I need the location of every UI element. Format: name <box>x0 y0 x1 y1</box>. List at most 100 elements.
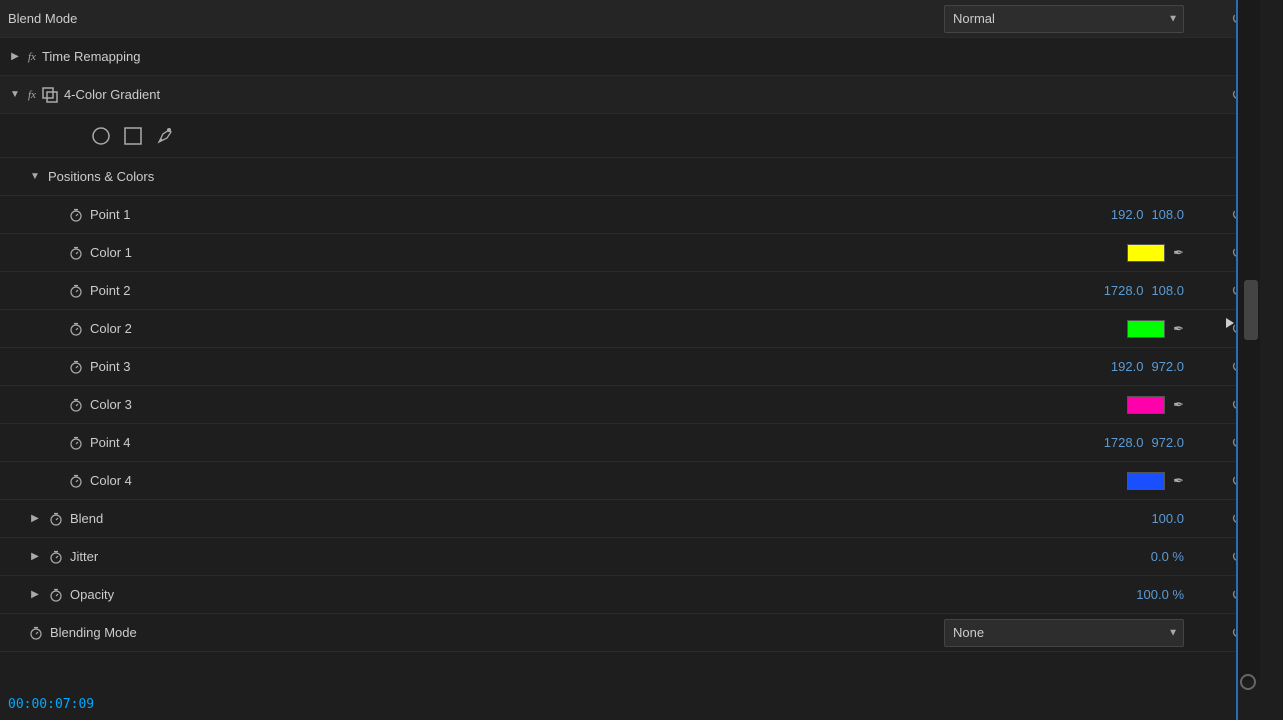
color3-row: Color 3 ✒ ↺ <box>0 386 1260 424</box>
point1-row: Point 1 192.0 108.0 ↺ <box>0 196 1260 234</box>
point3-x-value[interactable]: 192.0 <box>1111 359 1144 374</box>
opacity-label-text: Opacity <box>70 587 114 602</box>
color4-row: Color 4 ✒ ↺ <box>0 462 1260 500</box>
point4-y-value[interactable]: 972.0 <box>1151 435 1184 450</box>
point3-row: Point 3 192.0 972.0 ↺ <box>0 348 1260 386</box>
shape-tools <box>8 123 178 149</box>
time-remapping-row: ▶ fx Time Remapping <box>0 38 1260 76</box>
point3-label: Point 3 <box>8 359 1111 375</box>
color1-stopwatch-icon[interactable] <box>68 245 84 261</box>
color4-label: Color 4 <box>8 473 1127 489</box>
color3-stopwatch-icon[interactable] <box>68 397 84 413</box>
point3-label-text: Point 3 <box>90 359 130 374</box>
four-color-gradient-label-text: 4-Color Gradient <box>64 87 160 102</box>
color4-swatch[interactable] <box>1127 472 1165 490</box>
point4-stopwatch-icon[interactable] <box>68 435 84 451</box>
scroll-area[interactable] <box>1238 0 1260 680</box>
four-color-gradient-label: ▼ fx 4-Color Gradient <box>8 87 1224 103</box>
color1-swatch[interactable] <box>1127 244 1165 262</box>
point1-x-value[interactable]: 192.0 <box>1111 207 1144 222</box>
blend-mode-select[interactable]: Normal Dissolve Darken Multiply Screen <box>944 5 1184 33</box>
point2-value: 1728.0 108.0 <box>1104 283 1184 298</box>
color3-label-text: Color 3 <box>90 397 132 412</box>
blending-mode-stopwatch-icon[interactable] <box>28 625 44 641</box>
point2-row: Point 2 1728.0 108.0 ↺ <box>0 272 1260 310</box>
color4-value: ✒ <box>1127 472 1184 490</box>
color1-label: Color 1 <box>8 245 1127 261</box>
point4-row: Point 4 1728.0 972.0 ↺ <box>0 424 1260 462</box>
color4-label-text: Color 4 <box>90 473 132 488</box>
color3-eyedropper-icon[interactable]: ✒ <box>1173 397 1184 413</box>
point3-stopwatch-icon[interactable] <box>68 359 84 375</box>
point2-stopwatch-icon[interactable] <box>68 283 84 299</box>
blend-mode-row: Blend Mode Normal Dissolve Darken Multip… <box>0 0 1260 38</box>
time-remapping-chevron[interactable]: ▶ <box>8 51 22 62</box>
jitter-label-text: Jitter <box>70 549 98 564</box>
rect-tool-icon[interactable] <box>120 123 146 149</box>
opacity-stopwatch-icon[interactable] <box>48 587 64 603</box>
blend-mode-dropdown-wrapper: Normal Dissolve Darken Multiply Screen ▼ <box>944 5 1184 33</box>
four-color-gradient-chevron[interactable]: ▼ <box>8 89 22 100</box>
positions-colors-chevron[interactable]: ▼ <box>28 171 42 182</box>
jitter-row: ▶ Jitter 0.0 % ↺ <box>0 538 1260 576</box>
blending-mode-value: None Normal Multiply Screen ▼ <box>944 619 1184 647</box>
four-color-gradient-row: ▼ fx 4-Color Gradient ↺ <box>0 76 1260 114</box>
color1-label-text: Color 1 <box>90 245 132 260</box>
color2-label-text: Color 2 <box>90 321 132 336</box>
blend-mode-value: Normal Dissolve Darken Multiply Screen ▼ <box>944 5 1184 33</box>
blend-value: 100.0 <box>1151 511 1184 526</box>
color1-row: Color 1 ✒ ↺ <box>0 234 1260 272</box>
point4-label: Point 4 <box>8 435 1104 451</box>
time-remapping-fx-icon: fx <box>28 51 36 63</box>
color2-value: ✒ <box>1127 320 1184 338</box>
point2-label-text: Point 2 <box>90 283 130 298</box>
color1-eyedropper-icon[interactable]: ✒ <box>1173 245 1184 261</box>
point1-y-value[interactable]: 108.0 <box>1151 207 1184 222</box>
time-remapping-label-text: Time Remapping <box>42 49 141 64</box>
point1-value: 192.0 108.0 <box>1111 207 1184 222</box>
pen-tool-icon[interactable] <box>152 123 178 149</box>
color4-eyedropper-icon[interactable]: ✒ <box>1173 473 1184 489</box>
point2-y-value[interactable]: 108.0 <box>1151 283 1184 298</box>
color3-label: Color 3 <box>8 397 1127 413</box>
point1-stopwatch-icon[interactable] <box>68 207 84 223</box>
blending-mode-row: Blending Mode None Normal Multiply Scree… <box>0 614 1260 652</box>
point4-x-value[interactable]: 1728.0 <box>1104 435 1144 450</box>
blending-mode-select[interactable]: None Normal Multiply Screen <box>944 619 1184 647</box>
scroll-thumb[interactable] <box>1244 280 1258 340</box>
positions-colors-row: ▼ Positions & Colors <box>0 158 1260 196</box>
color2-swatch[interactable] <box>1127 320 1165 338</box>
jitter-value: 0.0 % <box>1151 549 1184 564</box>
jitter-stopwatch-icon[interactable] <box>48 549 64 565</box>
opacity-row: ▶ Opacity 100.0 % ↺ <box>0 576 1260 614</box>
color2-eyedropper-icon[interactable]: ✒ <box>1173 321 1184 337</box>
blend-label-text: Blend <box>70 511 103 526</box>
blend-row: ▶ Blend 100.0 ↺ <box>0 500 1260 538</box>
point3-value: 192.0 972.0 <box>1111 359 1184 374</box>
opacity-label: ▶ Opacity <box>8 587 1136 603</box>
point1-label-text: Point 1 <box>90 207 130 222</box>
opacity-value-text[interactable]: 100.0 % <box>1136 587 1184 602</box>
point3-y-value[interactable]: 972.0 <box>1151 359 1184 374</box>
color3-value: ✒ <box>1127 396 1184 414</box>
point2-x-value[interactable]: 1728.0 <box>1104 283 1144 298</box>
shape-icons-row <box>0 114 1260 158</box>
cursor-indicator <box>1226 318 1234 328</box>
jitter-label: ▶ Jitter <box>8 549 1151 565</box>
blend-value-text[interactable]: 100.0 <box>1151 511 1184 526</box>
jitter-chevron[interactable]: ▶ <box>28 551 42 562</box>
color2-stopwatch-icon[interactable] <box>68 321 84 337</box>
four-color-gradient-fx-icon: fx <box>28 89 36 101</box>
color4-stopwatch-icon[interactable] <box>68 473 84 489</box>
point1-label: Point 1 <box>8 207 1111 223</box>
blend-chevron[interactable]: ▶ <box>28 513 42 524</box>
point2-label: Point 2 <box>8 283 1104 299</box>
blend-stopwatch-icon[interactable] <box>48 511 64 527</box>
timestamp: 00:00:07:09 <box>8 697 94 712</box>
jitter-value-text[interactable]: 0.0 % <box>1151 549 1184 564</box>
opacity-chevron[interactable]: ▶ <box>28 589 42 600</box>
ellipse-tool-icon[interactable] <box>88 123 114 149</box>
positions-colors-label: ▼ Positions & Colors <box>8 169 1252 184</box>
blend-mode-label-text: Blend Mode <box>8 11 77 26</box>
color3-swatch[interactable] <box>1127 396 1165 414</box>
